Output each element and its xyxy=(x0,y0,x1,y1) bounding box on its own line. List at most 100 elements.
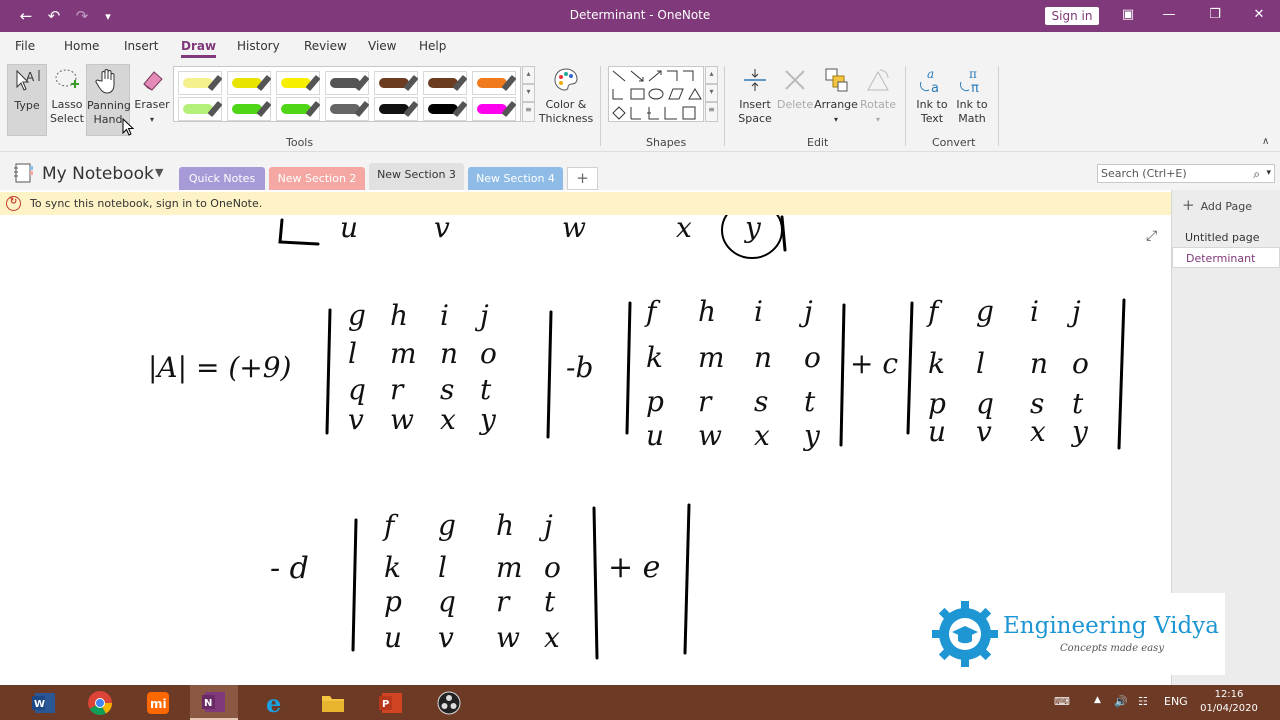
tab-file[interactable]: File xyxy=(15,39,35,53)
ink-matrix-4-glyph: j xyxy=(538,509,553,542)
pen-swatch[interactable] xyxy=(423,71,468,95)
pen-swatch[interactable] xyxy=(374,71,419,95)
system-clock[interactable]: 12:16 01/04/2020 xyxy=(1198,688,1260,716)
arrange-dropdown-icon[interactable]: ▾ xyxy=(834,115,838,124)
pen-swatch[interactable] xyxy=(178,71,223,95)
ink-to-text-button[interactable]: aa Ink to Text xyxy=(912,64,952,126)
svg-text:e: e xyxy=(266,690,281,716)
shapes-gallery[interactable] xyxy=(608,66,704,122)
insert-space-button[interactable]: Insert Space xyxy=(734,64,776,126)
pen-swatch[interactable] xyxy=(472,97,517,121)
edge-app-icon[interactable]: e xyxy=(252,685,300,720)
pens-more-icon[interactable]: ≡ xyxy=(522,102,535,122)
lasso-select-button[interactable]: Lasso Select xyxy=(48,64,86,126)
close-icon[interactable]: ✕ xyxy=(1248,7,1270,25)
sync-message[interactable]: To sync this notebook, sign in to OneNot… xyxy=(30,197,262,210)
mi-app-icon[interactable]: mi xyxy=(134,685,182,720)
search-icon[interactable]: ⌕ xyxy=(1253,166,1260,183)
shapes-scroll-up-icon[interactable]: ▴ xyxy=(705,66,718,84)
section-tab-new-section-2[interactable]: New Section 2 xyxy=(269,167,365,190)
restore-icon[interactable]: ❐ xyxy=(1204,7,1226,25)
pen-swatch[interactable] xyxy=(276,97,321,121)
ink-lhs: |A| = (+9) xyxy=(148,351,291,384)
pens-scroll-down-icon[interactable]: ▾ xyxy=(522,84,535,102)
insert-space-label-1: Insert xyxy=(739,98,771,111)
ribbon-display-icon[interactable]: ▣ xyxy=(1117,7,1139,25)
palette-icon xyxy=(554,68,578,91)
ink-matrix-4-glyph: g xyxy=(438,509,456,542)
eraser-dropdown-icon[interactable]: ▾ xyxy=(150,115,154,124)
minimize-icon[interactable]: — xyxy=(1158,7,1180,25)
tools-group-label: Tools xyxy=(286,136,314,149)
ink-to-math-button[interactable]: ππ Ink to Math xyxy=(952,64,992,126)
notebook-icon[interactable] xyxy=(12,162,34,184)
hand-icon xyxy=(95,69,115,94)
sync-error-icon: ↻ xyxy=(6,196,21,211)
obs-app-icon[interactable] xyxy=(425,685,473,720)
add-section-button[interactable]: + xyxy=(567,167,598,190)
ink-matrix-1-glyph: y xyxy=(478,403,497,436)
add-page-button[interactable]: + Add Page xyxy=(1182,196,1252,214)
keyboard-icon[interactable]: ⌨ xyxy=(1054,695,1070,708)
pen-swatch[interactable] xyxy=(227,97,272,121)
delete-button[interactable]: Delete xyxy=(777,64,813,112)
ink-matrix-1-glyph: n xyxy=(440,337,458,370)
pen-swatch[interactable] xyxy=(423,97,468,121)
page-item-untitled[interactable]: Untitled page xyxy=(1172,227,1280,248)
rotate-dropdown-icon: ▾ xyxy=(875,115,880,124)
delete-icon xyxy=(785,70,805,90)
search-input[interactable]: Search (Ctrl+E) ⌕ ▾ xyxy=(1097,164,1275,183)
onenote-app-icon[interactable]: N xyxy=(190,685,238,720)
shapes-more-icon[interactable]: ≡ xyxy=(705,102,718,122)
language-indicator[interactable]: ENG xyxy=(1164,695,1188,708)
tab-draw[interactable]: Draw xyxy=(181,39,217,58)
tab-home[interactable]: Home xyxy=(64,39,99,53)
color-thickness-button[interactable]: Color & Thickness xyxy=(538,64,594,126)
ink-to-text-label-1: Ink to xyxy=(916,98,948,111)
show-hidden-icons[interactable]: ▲ xyxy=(1094,695,1101,705)
tab-help[interactable]: Help xyxy=(419,39,446,53)
pen-swatch[interactable] xyxy=(276,71,321,95)
pen-swatch[interactable] xyxy=(472,71,517,95)
rotate-button[interactable]: Rotate ▾ xyxy=(858,64,898,127)
ink-matrix-2-glyph: w xyxy=(698,419,722,452)
tab-insert[interactable]: Insert xyxy=(124,39,158,53)
ink-matrix-3-glyph: l xyxy=(976,347,985,380)
pen-swatch[interactable] xyxy=(325,97,370,121)
page-item-determinant[interactable]: Determinant xyxy=(1172,247,1280,268)
powerpoint-app-icon[interactable]: P xyxy=(367,685,415,720)
notebook-dropdown-icon[interactable]: ▼ xyxy=(155,166,163,179)
tab-review[interactable]: Review xyxy=(304,39,347,53)
section-tab-new-section-3[interactable]: New Section 3 xyxy=(369,163,464,190)
word-app-icon[interactable]: W xyxy=(20,685,68,720)
shapes-scroll-down-icon[interactable]: ▾ xyxy=(705,84,718,102)
tab-history[interactable]: History xyxy=(237,39,280,53)
notebook-name[interactable]: My Notebook xyxy=(42,164,154,184)
pen-swatch[interactable] xyxy=(178,97,223,121)
ink-matrix-3-glyph: k xyxy=(928,347,945,380)
volume-icon[interactable]: 🔊 xyxy=(1114,695,1128,708)
arrange-button[interactable]: Arrange ▾ xyxy=(814,64,858,127)
ink-matrix-1-glyph: m xyxy=(390,337,417,370)
wifi-icon[interactable]: ☷ xyxy=(1138,695,1148,708)
svg-text:mi: mi xyxy=(150,697,167,711)
tab-view[interactable]: View xyxy=(368,39,396,53)
ink-matrix-2-glyph: n xyxy=(754,341,772,374)
pen-swatch[interactable] xyxy=(227,71,272,95)
type-button[interactable]: A Type xyxy=(7,64,47,136)
section-tab-quick-notes[interactable]: Quick Notes xyxy=(179,167,265,190)
section-tab-new-section-4[interactable]: New Section 4 xyxy=(468,167,563,190)
pen-swatch[interactable] xyxy=(374,97,419,121)
chrome-app-icon[interactable] xyxy=(76,685,124,720)
collapse-ribbon-icon[interactable]: ∧ xyxy=(1262,136,1269,147)
pens-scroll-up-icon[interactable]: ▴ xyxy=(522,66,535,84)
ribbon-separator xyxy=(600,66,601,146)
ink-matrix-4-glyph: v xyxy=(438,621,454,654)
sign-in-button[interactable]: Sign in xyxy=(1045,7,1099,25)
eraser-button[interactable]: Eraser ▾ xyxy=(133,64,171,127)
search-scope-dropdown-icon[interactable]: ▾ xyxy=(1266,165,1271,182)
pen-swatch[interactable] xyxy=(325,71,370,95)
lasso-label-1: Lasso xyxy=(51,98,83,111)
clock-time: 12:16 xyxy=(1214,689,1244,700)
file-explorer-app-icon[interactable] xyxy=(309,685,357,720)
